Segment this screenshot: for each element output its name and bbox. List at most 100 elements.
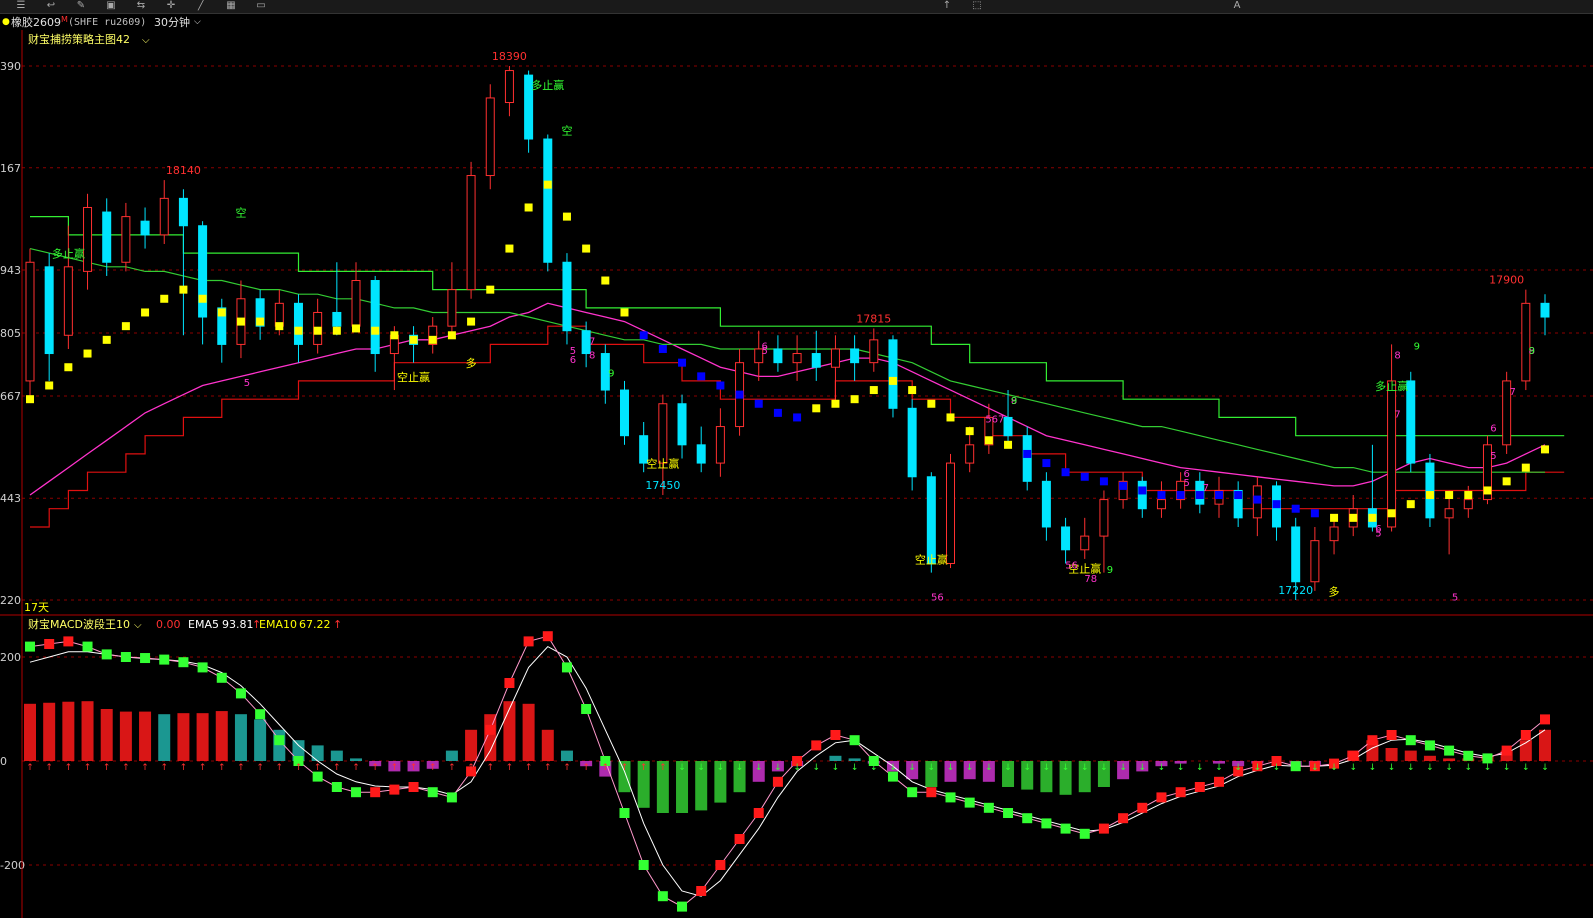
dif-marker [1540, 714, 1550, 725]
candle-body [907, 407, 917, 478]
candle-body [1099, 499, 1109, 537]
trend-marker [620, 308, 629, 317]
count-label: 5 [1452, 592, 1458, 603]
trend-marker [716, 381, 725, 390]
macd-histogram-bar [445, 750, 458, 761]
trend-marker [102, 335, 111, 344]
trend-marker [946, 413, 955, 422]
trend-marker [678, 358, 687, 367]
dif-marker [351, 787, 362, 798]
dif-marker [427, 787, 438, 798]
trend-marker [1445, 491, 1454, 500]
dif-marker [811, 740, 822, 751]
signal-label: 多 [1329, 584, 1340, 598]
signal-label: 空 [235, 206, 246, 220]
candle-body [1041, 480, 1051, 528]
dif-marker [408, 782, 419, 792]
trend-marker [754, 399, 763, 408]
zero-arrow-marker: ↓ [870, 763, 878, 773]
candle-body [888, 339, 898, 409]
dif-marker [715, 860, 726, 870]
zero-arrow-marker: ↑ [525, 763, 533, 773]
zero-arrow-marker: ↓ [1330, 763, 1338, 773]
zero-arrow-marker: ↓ [1004, 763, 1012, 773]
dif-marker [178, 657, 189, 668]
price-tick-label: 220 [0, 594, 21, 607]
zero-arrow-marker: ↓ [1196, 763, 1204, 773]
trend-marker [658, 344, 667, 353]
count-label: 9 [1107, 565, 1113, 576]
trend-marker [524, 203, 533, 212]
macd-indicator-name[interactable]: 财宝MACD波段王10 [28, 617, 130, 631]
macd-histogram-bar [330, 750, 343, 761]
dif-marker [216, 672, 227, 683]
candle-body [83, 206, 93, 272]
candle-body [25, 261, 35, 382]
candle-body [198, 225, 208, 318]
zero-arrow-marker: ↑ [314, 763, 322, 773]
zero-arrow-marker: ↓ [1292, 763, 1300, 773]
zero-arrow-marker: ↑ [180, 763, 188, 773]
trend-marker [927, 399, 936, 408]
zero-arrow-marker: ↓ [1388, 763, 1396, 773]
candle-body [715, 426, 725, 464]
trend-marker [1291, 504, 1300, 513]
macd-histogram-bar [522, 703, 535, 761]
main-indicator-name[interactable]: 财宝捕捞策略主图42 [28, 32, 130, 46]
macd-histogram-bar [1443, 758, 1456, 761]
dif-marker [1137, 802, 1148, 813]
macd-tick-label: 200 [0, 651, 21, 664]
zero-arrow-marker: ↓ [851, 763, 859, 773]
signal-label: 空止赢 [397, 370, 430, 384]
zero-arrow-marker: ↑ [218, 763, 226, 773]
zero-arrow-marker: ↑ [199, 763, 207, 773]
macd-histogram-bar [311, 745, 324, 761]
price-extreme-label: 17220 [1278, 584, 1313, 597]
candle-body [543, 138, 553, 263]
trend-marker [831, 399, 840, 408]
candle-body [658, 403, 668, 464]
price-extreme-label: 18140 [166, 164, 201, 177]
zero-arrow-marker: ↑ [371, 763, 379, 773]
zero-arrow-marker: ↓ [678, 763, 686, 773]
dif-marker [1041, 818, 1052, 829]
days-label: 17天 [24, 601, 49, 614]
candle-body [351, 280, 361, 327]
macd-histogram-bar [234, 714, 247, 761]
macd-histogram-bar [484, 714, 497, 761]
candle-body [293, 302, 303, 345]
dif-marker [1213, 776, 1224, 787]
zero-arrow-marker: ↑ [141, 763, 149, 773]
candle-body [1310, 540, 1320, 583]
zero-arrow-marker: ↓ [697, 763, 705, 773]
macd-histogram-bar [560, 750, 573, 761]
zero-arrow-marker: ↓ [928, 763, 936, 773]
zero-arrow-marker: ↑ [429, 763, 437, 773]
trend-marker [543, 180, 552, 189]
dif-marker [657, 891, 668, 902]
dif-marker [1348, 750, 1359, 761]
candle-body [504, 70, 514, 104]
chevron-down-icon[interactable]: ⌵ [142, 35, 150, 46]
zero-arrow-marker: ↓ [717, 763, 725, 773]
zero-arrow-marker: ↓ [1273, 763, 1281, 773]
trend-marker [1061, 468, 1070, 477]
candle-body [1291, 526, 1301, 583]
macd-histogram-bar [829, 755, 842, 761]
chevron-down-icon[interactable]: ⌵ [134, 620, 142, 631]
zero-arrow-marker: ↓ [1426, 763, 1434, 773]
zero-arrow-marker: ↓ [736, 763, 744, 773]
dif-marker [446, 792, 457, 803]
dif-marker [1367, 735, 1378, 746]
candle-body [466, 175, 476, 291]
dif-marker [389, 784, 400, 795]
price-tick-label: 667 [0, 390, 21, 403]
trend-marker [64, 363, 73, 372]
candle-body [63, 266, 73, 336]
trend-marker [26, 395, 34, 404]
zero-arrow-marker: ↑ [84, 763, 92, 773]
trend-marker [1368, 513, 1377, 522]
candle-body [792, 353, 802, 364]
trend-marker [965, 427, 974, 436]
dif-marker [120, 652, 131, 662]
